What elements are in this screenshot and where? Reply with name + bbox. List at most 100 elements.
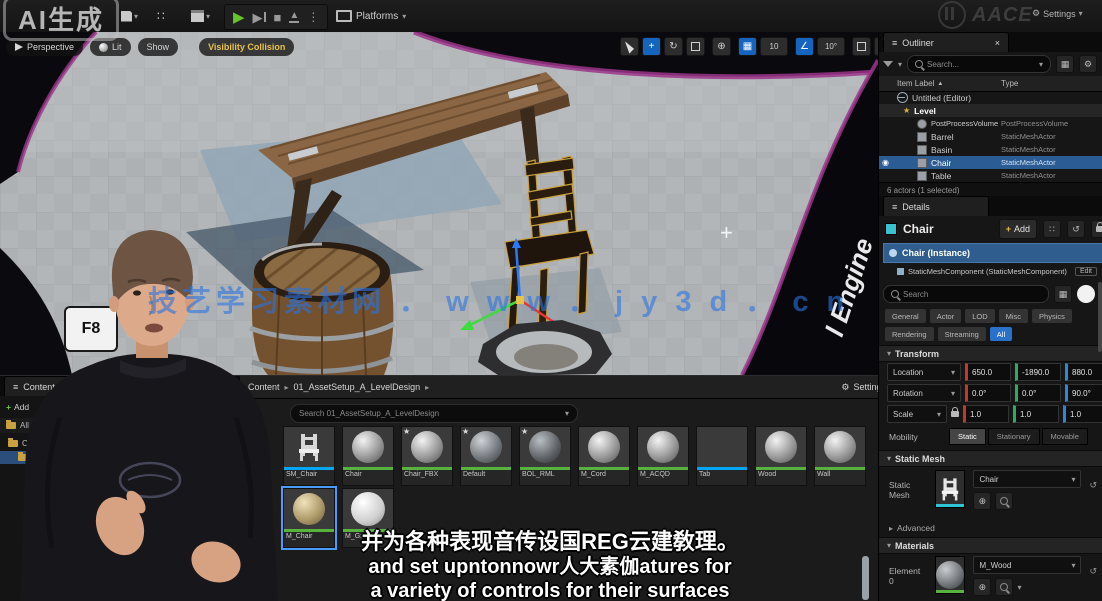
- tab-outliner[interactable]: ≡ Outliner ×: [883, 32, 1009, 52]
- outliner-row[interactable]: Table StaticMeshActor: [879, 169, 1102, 182]
- asset-tile[interactable]: Chair: [342, 426, 394, 486]
- asset-tile[interactable]: Wood: [755, 426, 807, 486]
- visibility-collision-pill[interactable]: Visibility Collision: [199, 38, 294, 56]
- reset-material-icon[interactable]: ↺: [1089, 556, 1097, 577]
- chevron-down-icon[interactable]: ▾: [1017, 583, 1021, 592]
- scale-dropdown[interactable]: Scale ▾: [887, 405, 947, 423]
- scale-x-field[interactable]: 1.0: [963, 405, 1009, 423]
- outliner-row-world[interactable]: Untitled (Editor): [879, 91, 1102, 104]
- asset-tile[interactable]: Tab: [696, 426, 748, 486]
- rotation-y-field[interactable]: 0.0°: [1015, 384, 1061, 402]
- grid-snap-icon[interactable]: ▦: [738, 37, 757, 56]
- lock-icon[interactable]: [1091, 220, 1102, 238]
- filter-chip[interactable]: General: [885, 309, 926, 323]
- browse-to-asset-icon[interactable]: [995, 492, 1013, 510]
- outliner-view-icon[interactable]: ▦: [1056, 55, 1074, 73]
- asset-search-filter[interactable]: Search 01_AssetSetup_A_LevelDesign ▾: [290, 404, 578, 423]
- asset-tile[interactable]: M_ACQD: [637, 426, 689, 486]
- rotation-snap-icon[interactable]: ∠: [795, 37, 814, 56]
- settings-button[interactable]: ⚙ Settings ▾: [1032, 8, 1083, 19]
- filter-chip[interactable]: Rendering: [885, 327, 934, 341]
- staticmesh-section-header[interactable]: ▾ Static Mesh: [879, 450, 1102, 467]
- edit-button[interactable]: Edit: [1075, 267, 1097, 276]
- details-view-options-icon[interactable]: ▦: [1054, 285, 1072, 303]
- use-selected-asset-icon[interactable]: ⊕: [973, 492, 991, 510]
- asset-tile[interactable]: M_Cord: [578, 426, 630, 486]
- rotation-dropdown[interactable]: Rotation ▾: [887, 384, 961, 402]
- location-dropdown[interactable]: Location ▾: [887, 363, 961, 381]
- rotate-tool-icon[interactable]: ↻: [664, 37, 683, 56]
- scale-z-field[interactable]: 1.0: [1063, 405, 1102, 423]
- filter-funnel-icon[interactable]: [883, 61, 893, 67]
- staticmesh-thumbnail[interactable]: [935, 470, 966, 508]
- reset-icon[interactable]: ↺: [1067, 220, 1085, 238]
- stop-button[interactable]: ■: [274, 11, 282, 24]
- filter-chip-all[interactable]: All: [990, 327, 1012, 341]
- filter-chip[interactable]: Streaming: [938, 327, 986, 341]
- rotation-z-field[interactable]: 90.0°: [1065, 384, 1102, 402]
- staticmesh-asset-dropdown[interactable]: Chair ▾: [973, 470, 1081, 488]
- asset-tile[interactable]: ★ Default: [460, 426, 512, 486]
- outliner-search-input[interactable]: Search... ▾: [907, 55, 1051, 73]
- save-all-button[interactable]: ▾: [116, 6, 143, 26]
- scale-y-field[interactable]: 1.0: [1013, 405, 1059, 423]
- column-type[interactable]: Type: [1001, 79, 1018, 88]
- filter-chip[interactable]: Misc: [999, 309, 1028, 323]
- location-z-field[interactable]: 880.0: [1065, 363, 1102, 381]
- show-button[interactable]: Show: [138, 38, 179, 56]
- asset-tile[interactable]: ★ BOL_RML: [519, 426, 571, 486]
- scale-tool-icon[interactable]: [686, 37, 705, 56]
- platforms-button[interactable]: Platforms ▾: [330, 5, 412, 27]
- outliner-row[interactable]: Basin StaticMeshActor: [879, 143, 1102, 156]
- asset-tile[interactable]: Wall: [814, 426, 866, 486]
- blueprint-icon[interactable]: ∷: [1043, 220, 1061, 238]
- grid-snap-value[interactable]: 10: [760, 37, 788, 56]
- material-asset-dropdown[interactable]: M_Wood ▾: [973, 556, 1081, 574]
- move-tool-icon[interactable]: +: [642, 37, 661, 56]
- mobility-static-button[interactable]: Static: [949, 428, 986, 445]
- favorites-circle-icon[interactable]: [1077, 285, 1095, 303]
- location-x-field[interactable]: 650.0: [965, 363, 1011, 381]
- location-y-field[interactable]: -1890.0: [1015, 363, 1061, 381]
- scale-lock-icon[interactable]: [951, 411, 959, 417]
- mobility-movable-button[interactable]: Movable: [1042, 428, 1088, 445]
- eye-visibility-icon[interactable]: ◉: [882, 158, 889, 167]
- play-button[interactable]: ▶: [233, 10, 245, 25]
- staticmesh-row: Static Mesh Chair ▾ ⊕ ↺: [889, 470, 1097, 510]
- play-options-kebab[interactable]: ⋮: [307, 10, 319, 24]
- breadcrumb-folder[interactable]: 01_AssetSetup_A_LevelDesign: [294, 382, 421, 392]
- details-search-input[interactable]: Search: [883, 285, 1049, 303]
- create-actor-button[interactable]: ▾: [186, 6, 215, 26]
- frame-skip-button[interactable]: ▶: [253, 11, 266, 24]
- outliner-settings-icon[interactable]: ⚙: [1079, 55, 1097, 73]
- outliner-row[interactable]: Barrel StaticMeshActor: [879, 130, 1102, 143]
- outliner-row[interactable]: PostProcessVolume PostProcessVolume: [879, 117, 1102, 130]
- column-item-label[interactable]: Item Label: [879, 79, 934, 88]
- asset-tile[interactable]: ★ Chair_FBX: [401, 426, 453, 486]
- outliner-row-label: Basin: [931, 145, 952, 155]
- rotation-x-field[interactable]: 0.0°: [965, 384, 1011, 402]
- reset-staticmesh-icon[interactable]: ↺: [1089, 470, 1097, 491]
- tab-details[interactable]: ≡ Details: [883, 196, 989, 216]
- filter-chip[interactable]: Physics: [1032, 309, 1072, 323]
- outliner-row-selected[interactable]: ◉ Chair StaticMeshActor: [879, 156, 1102, 169]
- details-instance-row[interactable]: Chair (Instance): [883, 243, 1102, 263]
- select-tool-icon[interactable]: [620, 37, 639, 56]
- use-selected-asset-icon[interactable]: ⊕: [973, 578, 991, 596]
- browse-to-asset-icon[interactable]: [995, 578, 1013, 596]
- filter-chip[interactable]: Actor: [930, 309, 962, 323]
- eject-button[interactable]: ▲: [289, 11, 299, 23]
- filter-chip[interactable]: LOD: [965, 309, 994, 323]
- details-scrollbar[interactable]: [1098, 282, 1102, 352]
- world-space-icon[interactable]: ⊕: [712, 37, 731, 56]
- scale-snap-icon[interactable]: [852, 37, 871, 56]
- mobility-stationary-button[interactable]: Stationary: [988, 428, 1040, 445]
- outliner-row-level[interactable]: ★ Level: [879, 104, 1102, 117]
- close-icon[interactable]: ×: [995, 38, 1000, 48]
- details-component-row[interactable]: StaticMeshComponent (StaticMeshComponent…: [897, 263, 1097, 279]
- rotation-snap-value[interactable]: 10°: [817, 37, 845, 56]
- editor-modes-button[interactable]: ∷: [152, 6, 170, 26]
- add-component-button[interactable]: + Add: [999, 219, 1037, 239]
- material-thumbnail[interactable]: [935, 556, 966, 594]
- transform-section-header[interactable]: ▾ Transform: [879, 345, 1102, 362]
